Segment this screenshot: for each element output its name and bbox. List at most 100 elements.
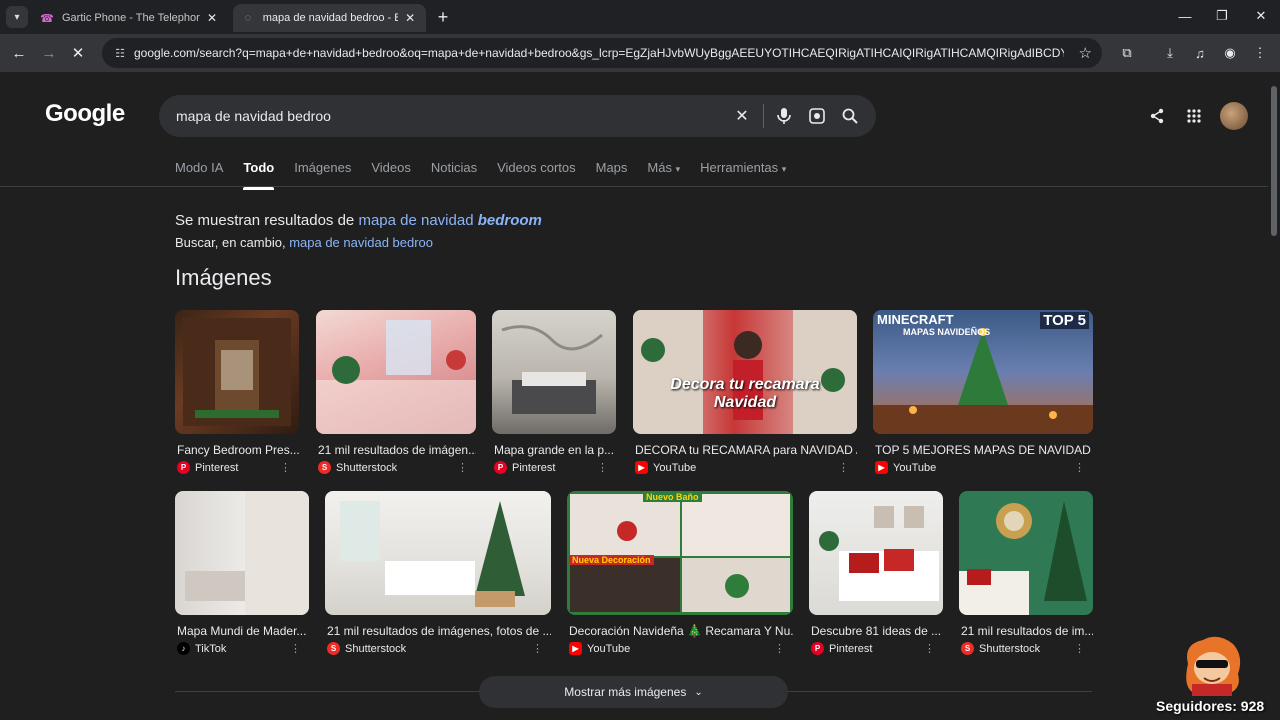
image-source[interactable]: ♪ TikTok ⋮ bbox=[177, 642, 309, 655]
tab-herramientas[interactable]: Herramientas ▾ bbox=[700, 160, 786, 186]
extensions-icon[interactable]: ⧉ bbox=[1117, 43, 1137, 63]
back-button[interactable]: ← bbox=[8, 42, 30, 64]
search-icon[interactable] bbox=[838, 104, 862, 128]
image-thumbnail[interactable] bbox=[175, 310, 299, 434]
page-scrollbar[interactable] bbox=[1268, 72, 1280, 720]
tab-maps[interactable]: Maps bbox=[596, 160, 628, 186]
image-source[interactable]: S Shutterstock ⋮ bbox=[327, 642, 551, 655]
image-title[interactable]: Mapa grande en la p... bbox=[494, 443, 616, 457]
image-thumbnail[interactable] bbox=[959, 491, 1093, 615]
image-title[interactable]: DECORA tu RECAMARA para NAVIDAD /... bbox=[635, 443, 857, 457]
original-query-link[interactable]: mapa de navidad bedroo bbox=[289, 235, 433, 250]
google-logo[interactable]: Google bbox=[45, 100, 125, 128]
download-icon[interactable]: ⤓ bbox=[1160, 43, 1180, 63]
image-result[interactable]: Descubre 81 ideas de ... P Pinterest ⋮ bbox=[809, 491, 943, 655]
image-result[interactable]: Mapa grande en la p... P Pinterest ⋮ bbox=[492, 310, 616, 474]
tab-modo-ia[interactable]: Modo IA bbox=[175, 160, 223, 186]
image-source[interactable]: ▶ YouTube ⋮ bbox=[635, 461, 857, 474]
image-title[interactable]: 21 mil resultados de imágenes, fotos de … bbox=[327, 624, 551, 638]
corrected-bold[interactable]: bedroom bbox=[478, 212, 542, 229]
image-result[interactable]: 21 mil resultados de imágen... S Shutter… bbox=[316, 310, 476, 474]
image-source[interactable]: S Shutterstock ⋮ bbox=[961, 642, 1093, 655]
image-thumbnail[interactable] bbox=[809, 491, 943, 615]
tab-google-search[interactable]: ◌ mapa de navidad bedroo - Busc ✕ bbox=[233, 4, 426, 32]
scrollbar-thumb[interactable] bbox=[1271, 86, 1277, 236]
tab-mas[interactable]: Más ▾ bbox=[647, 160, 680, 186]
image-thumbnail[interactable] bbox=[316, 310, 476, 434]
image-thumbnail[interactable] bbox=[492, 310, 616, 434]
forward-button[interactable]: → bbox=[38, 42, 60, 64]
spell-correction: Se muestran resultados de mapa de navida… bbox=[175, 212, 542, 229]
search-input[interactable]: mapa de navidad bedroo bbox=[176, 108, 730, 124]
more-options-icon[interactable]: ⋮ bbox=[1074, 642, 1085, 655]
image-source[interactable]: ▶ YouTube ⋮ bbox=[875, 461, 1093, 474]
share-icon[interactable] bbox=[1145, 104, 1169, 128]
more-options-icon[interactable]: ⋮ bbox=[774, 642, 785, 655]
more-options-icon[interactable]: ⋮ bbox=[280, 461, 291, 474]
corrected-plain[interactable]: mapa de navidad bbox=[358, 212, 473, 229]
address-bar[interactable]: ☷ google.com/search?q=mapa+de+navidad+be… bbox=[102, 38, 1102, 68]
image-title[interactable]: 21 mil resultados de im... bbox=[961, 624, 1093, 638]
tab-imagenes[interactable]: Imágenes bbox=[294, 160, 351, 186]
close-tab-icon[interactable]: ✕ bbox=[204, 10, 220, 26]
image-title[interactable]: Descubre 81 ideas de ... bbox=[811, 624, 943, 638]
tab-gartic-phone[interactable]: ☎ Gartic Phone - The Telephone G ✕ bbox=[32, 4, 228, 32]
image-result[interactable]: 21 mil resultados de imágenes, fotos de … bbox=[325, 491, 551, 655]
microphone-icon[interactable] bbox=[772, 104, 796, 128]
image-thumbnail[interactable] bbox=[325, 491, 551, 615]
more-options-icon[interactable]: ⋮ bbox=[838, 461, 849, 474]
image-title[interactable]: Mapa Mundi de Mader... bbox=[177, 624, 309, 638]
clear-icon[interactable]: ✕ bbox=[730, 104, 754, 128]
maximize-button[interactable]: ❐ bbox=[1210, 6, 1234, 26]
site-info-icon[interactable]: ☷ bbox=[106, 39, 134, 67]
image-title[interactable]: Decoración Navideña 🎄 Recamara Y Nu... bbox=[569, 624, 793, 638]
image-title[interactable]: TOP 5 MEJORES MAPAS DE NAVIDAD ... bbox=[875, 443, 1093, 457]
profile-icon[interactable]: ◉ bbox=[1220, 43, 1240, 63]
lens-icon[interactable] bbox=[805, 104, 829, 128]
image-source[interactable]: P Pinterest ⋮ bbox=[494, 461, 616, 474]
image-thumbnail[interactable]: Decora tu recamara Navidad bbox=[633, 310, 857, 434]
image-thumbnail[interactable]: Nuevo Baño Nueva Decoración bbox=[567, 491, 793, 615]
tab-todo[interactable]: Todo bbox=[243, 160, 274, 190]
more-options-icon[interactable]: ⋮ bbox=[532, 642, 543, 655]
apps-grid-icon[interactable] bbox=[1182, 104, 1206, 128]
media-control-icon[interactable]: ♫ bbox=[1190, 43, 1210, 63]
more-options-icon[interactable]: ⋮ bbox=[290, 642, 301, 655]
image-result[interactable]: Mapa Mundi de Mader... ♪ TikTok ⋮ bbox=[175, 491, 309, 655]
tab-noticias[interactable]: Noticias bbox=[431, 160, 477, 186]
tab-label: Gartic Phone - The Telephone G bbox=[62, 12, 200, 24]
more-options-icon[interactable]: ⋮ bbox=[1074, 461, 1085, 474]
more-options-icon[interactable]: ⋮ bbox=[924, 642, 935, 655]
browser-menu-icon[interactable]: ⋮ bbox=[1250, 43, 1270, 63]
image-title[interactable]: Fancy Bedroom Pres... bbox=[177, 443, 299, 457]
corrected-query-link[interactable]: mapa de navidad bedroom bbox=[358, 212, 541, 229]
bookmark-star-icon[interactable]: ☆ bbox=[1079, 44, 1092, 62]
url-text[interactable]: google.com/search?q=mapa+de+navidad+bedr… bbox=[134, 46, 1064, 60]
more-options-icon[interactable]: ⋮ bbox=[597, 461, 608, 474]
image-source[interactable]: ▶ YouTube ⋮ bbox=[569, 642, 793, 655]
image-thumbnail[interactable] bbox=[175, 491, 309, 615]
image-result[interactable]: Nuevo Baño Nueva Decoración Decoración N… bbox=[567, 491, 793, 655]
show-more-images-button[interactable]: Mostrar más imágenes ⌄ bbox=[479, 676, 788, 708]
image-source[interactable]: S Shutterstock ⋮ bbox=[318, 461, 476, 474]
search-box[interactable]: mapa de navidad bedroo ✕ bbox=[159, 95, 876, 137]
stop-loading-button[interactable]: ✕ bbox=[67, 42, 89, 64]
image-result[interactable]: Fancy Bedroom Pres... P Pinterest ⋮ bbox=[175, 310, 299, 474]
tab-search-button[interactable]: ▾ bbox=[6, 6, 28, 28]
image-result[interactable]: Decora tu recamara Navidad DECORA tu REC… bbox=[633, 310, 857, 474]
image-title[interactable]: 21 mil resultados de imágen... bbox=[318, 443, 476, 457]
close-tab-icon[interactable]: ✕ bbox=[402, 10, 418, 26]
image-source[interactable]: P Pinterest ⋮ bbox=[177, 461, 299, 474]
pinterest-icon: P bbox=[177, 461, 190, 474]
image-result[interactable]: MINECRAFT MAPAS NAVIDEÑOS TOP 5 TOP 5 ME… bbox=[873, 310, 1093, 474]
tab-videos[interactable]: Videos bbox=[371, 160, 411, 186]
new-tab-button[interactable]: + bbox=[433, 7, 453, 27]
more-options-icon[interactable]: ⋮ bbox=[457, 461, 468, 474]
close-window-button[interactable]: ✕ bbox=[1249, 6, 1273, 26]
image-source[interactable]: P Pinterest ⋮ bbox=[811, 642, 943, 655]
minimize-button[interactable]: — bbox=[1173, 6, 1197, 26]
image-result[interactable]: 21 mil resultados de im... S Shutterstoc… bbox=[959, 491, 1093, 655]
account-avatar[interactable] bbox=[1220, 102, 1248, 130]
tab-videos-cortos[interactable]: Videos cortos bbox=[497, 160, 576, 186]
image-thumbnail[interactable]: MINECRAFT MAPAS NAVIDEÑOS TOP 5 bbox=[873, 310, 1093, 434]
